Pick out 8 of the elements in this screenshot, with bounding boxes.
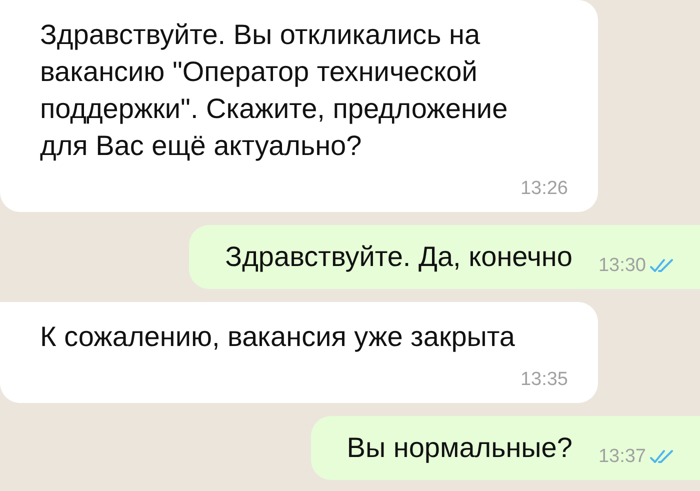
message-time: 13:35 xyxy=(520,369,568,391)
message-text: Здравствуйте. Да, конечно xyxy=(225,240,572,274)
message-text: Вы нормальные? xyxy=(346,431,572,465)
message-text: К сожалению, вакансия уже закрыта xyxy=(40,320,516,354)
message-time: 13:37 xyxy=(598,446,646,468)
message-text: Здравствуйте. Вы откликались на вакансию "Оператор технической поддержки". Скажите, предложение для Вас ещё актуально? xyxy=(40,18,509,163)
message-time: 13:30 xyxy=(598,255,646,277)
message-time: 13:26 xyxy=(520,178,568,200)
